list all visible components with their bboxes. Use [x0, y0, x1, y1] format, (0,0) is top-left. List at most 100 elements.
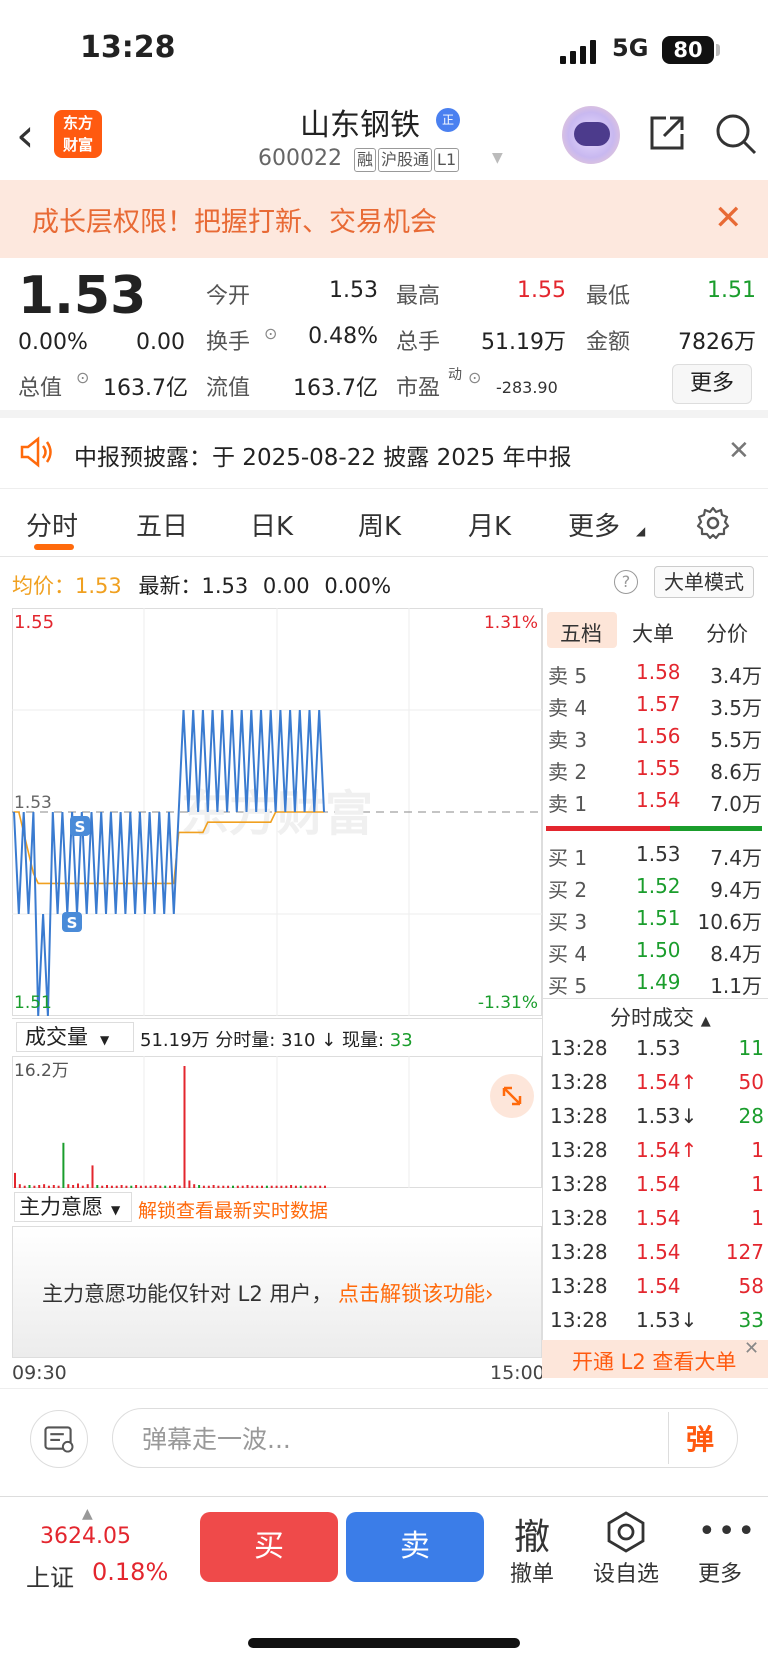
tab-daily-k[interactable]: 日K [250, 506, 293, 543]
volume-bar [207, 1185, 210, 1188]
volume-chart[interactable]: 16.2万 [12, 1056, 542, 1188]
trade-volume: 58 [738, 1274, 764, 1298]
volume-bar [169, 1185, 171, 1188]
notice-text[interactable]: 中报预披露：于 2025-08-22 披露 2025 年中报 [74, 438, 571, 472]
more-icon[interactable]: ••• [698, 1514, 757, 1549]
volume-bar [324, 1185, 326, 1188]
big-order-mode-button[interactable]: 大单模式 [654, 566, 754, 598]
volume-indicator-select[interactable]: 成交量 ▼ [16, 1022, 134, 1052]
help-icon[interactable]: ? [614, 570, 638, 594]
unlock-feature-link[interactable]: 点击解锁该功能› [338, 1278, 493, 1308]
expand-icon[interactable] [490, 1074, 534, 1118]
trade-row: 13:28 1.54↑ 1 [546, 1138, 764, 1172]
tab-five-day[interactable]: 五日 [136, 506, 188, 543]
danmaku-settings-icon[interactable] [30, 1410, 88, 1468]
tab-more[interactable]: 更多 [568, 506, 620, 543]
tab-five-levels[interactable]: 五档 [560, 618, 602, 648]
ask-label: 卖 5 [548, 664, 588, 688]
volume-bar [198, 1185, 201, 1188]
more-label[interactable]: 更多 [680, 1556, 760, 1588]
trades-title[interactable]: 分时成交 ▲ [610, 1002, 711, 1032]
volume-value: 51.19万 [481, 330, 566, 355]
index-value[interactable]: 3624.05 [40, 1524, 131, 1549]
volume-bar [319, 1185, 322, 1188]
price-chart[interactable]: 东方财富 1.55 1.53 1.51 1.31% -1.31% S S [12, 608, 542, 1016]
main-force-select[interactable]: 主力意愿 ▼ [14, 1192, 132, 1222]
l2-upgrade-text[interactable]: 开通 L2 查看大单 [572, 1346, 736, 1376]
pe-superscript: 动 [448, 367, 462, 383]
turnover-label: 换手 [206, 330, 251, 355]
avg-label: 均价： [12, 574, 75, 598]
sell-marker-label: S [75, 818, 86, 836]
sell-button[interactable]: 卖 [346, 1512, 484, 1582]
bid-volume: 8.4万 [710, 942, 762, 966]
ask-volume: 7.0万 [710, 792, 762, 816]
cancel-order-icon[interactable]: 撤 [492, 1508, 572, 1560]
volume-bar [236, 1185, 239, 1188]
gear-icon[interactable] [696, 506, 730, 540]
index-percent[interactable]: 0.18% [92, 1558, 168, 1586]
tab-weekly-k[interactable]: 周K [358, 506, 401, 543]
close-icon[interactable]: ✕ [744, 1338, 759, 1359]
add-watchlist-label[interactable]: 设自选 [586, 1556, 666, 1588]
float-label: 流值 [206, 376, 251, 401]
tab-big-orders[interactable]: 大单 [632, 618, 674, 648]
volume-info: 51.19万 分时量: 310 ↓ 现量: 33 [140, 1030, 413, 1051]
ask-row[interactable]: 卖 2 1.55 8.6万 [546, 756, 762, 788]
main-force-message: 主力意愿功能仅针对 L2 用户， [42, 1282, 333, 1306]
ask-volume: 5.5万 [710, 728, 762, 752]
volume-bar [57, 1185, 60, 1188]
cancel-order-label[interactable]: 撤单 [492, 1556, 572, 1588]
more-button[interactable]: 更多 [672, 364, 752, 404]
sell-marker[interactable]: S [62, 912, 82, 932]
ask-row[interactable]: 卖 1 1.54 7.0万 [546, 788, 762, 820]
bid-price: 1.51 [636, 906, 681, 930]
back-icon[interactable]: ‹ [16, 112, 34, 158]
promo-text[interactable]: 成长层权限！把握打新、交易机会 [32, 200, 437, 239]
mktcap-label: 总值 [18, 376, 63, 401]
battery-icon: 80 [662, 36, 714, 64]
volume-bar [135, 1185, 138, 1188]
caret-icon: ◢ [636, 524, 646, 538]
share-icon[interactable] [646, 112, 688, 154]
trade-volume: 28 [738, 1104, 764, 1128]
bid-row[interactable]: 买 1 1.53 7.4万 [546, 842, 762, 874]
divider [0, 410, 768, 418]
bid-row[interactable]: 买 4 1.50 8.4万 [546, 938, 762, 970]
stock-code: 600022 [258, 146, 342, 171]
tab-intraday[interactable]: 分时 [26, 506, 78, 543]
chevron-down-icon[interactable]: ▼ [492, 150, 503, 166]
tag-level: L1 [434, 148, 460, 172]
add-watchlist-icon[interactable] [604, 1510, 648, 1554]
ask-row[interactable]: 卖 3 1.56 5.5万 [546, 724, 762, 756]
info-icon[interactable]: ⊙ [468, 368, 481, 387]
volume-bar [188, 1180, 191, 1188]
bid-row[interactable]: 买 3 1.51 10.6万 [546, 906, 762, 938]
search-icon[interactable] [714, 112, 758, 156]
y-bottom-price: 1.51 [14, 993, 52, 1013]
open-value: 1.53 [329, 278, 378, 303]
trade-time: 13:28 [550, 1206, 608, 1230]
close-icon[interactable]: ✕ [714, 198, 743, 238]
tab-price-dist[interactable]: 分价 [706, 618, 748, 648]
close-icon[interactable]: ✕ [728, 436, 750, 466]
tab-monthly-k[interactable]: 月K [468, 506, 511, 543]
danmaku-placeholder[interactable]: 弹幕走一波... [142, 1420, 291, 1456]
period-volume-label: 分时量: [215, 1030, 276, 1051]
trade-price: 1.54 [636, 1274, 681, 1298]
sell-marker[interactable]: S [70, 816, 90, 836]
pe-value: -283.90 [496, 378, 558, 397]
volume-bar [193, 1184, 196, 1188]
ask-row[interactable]: 卖 5 1.58 3.4万 [546, 660, 762, 692]
buy-button[interactable]: 买 [200, 1512, 338, 1582]
info-icon[interactable]: ⊙ [264, 324, 277, 343]
index-name[interactable]: 上证 [26, 1558, 74, 1593]
unlock-data-link[interactable]: 解锁查看最新实时数据 [138, 1196, 328, 1223]
stock-name[interactable]: 山东钢铁 [300, 100, 420, 144]
low-label: 最低 [586, 284, 631, 309]
volume-bar [164, 1185, 167, 1188]
ask-row[interactable]: 卖 4 1.57 3.5万 [546, 692, 762, 724]
bid-row[interactable]: 买 2 1.52 9.4万 [546, 874, 762, 906]
bid-label: 买 1 [548, 846, 588, 870]
danmaku-toggle-button[interactable]: 弹 [686, 1418, 714, 1458]
